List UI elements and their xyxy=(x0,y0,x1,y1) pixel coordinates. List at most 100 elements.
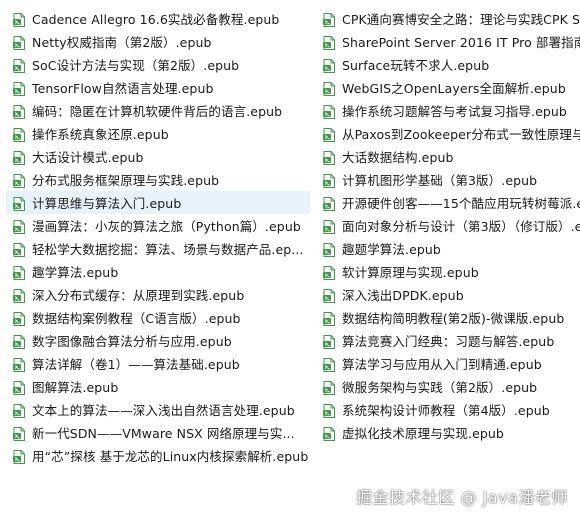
epub-file-icon xyxy=(12,265,26,280)
file-item[interactable]: 数据结构案例教程（C语言版）.epub xyxy=(6,306,310,329)
file-list-left-column: Cadence Allegro 16.6实战必备教程.epub Netty权威指南… xyxy=(6,7,310,467)
epub-file-icon xyxy=(12,219,26,234)
file-item[interactable]: 软计算原理与实现.epub xyxy=(316,260,580,283)
file-name: 编码：隐匿在计算机软硬件背后的语言.epub xyxy=(32,104,283,119)
file-name: Surface玩转不求人.epub xyxy=(342,58,490,73)
file-item[interactable]: 系统架构设计师教程（第4版）.epub xyxy=(316,398,580,421)
file-item[interactable]: 数字图像融合算法分析与应用.epub xyxy=(6,329,310,352)
file-name: 操作系统习题解答与考试复习指导.epub xyxy=(342,104,567,119)
epub-file-icon xyxy=(12,403,26,418)
file-item[interactable]: 操作系统习题解答与考试复习指导.epub xyxy=(316,99,580,122)
file-name: SharePoint Server 2016 IT Pro 部署指南.epub xyxy=(342,35,580,50)
file-name: 微服务架构与实践（第2版）.epub xyxy=(342,380,538,395)
file-item[interactable]: 漫画算法：小灰的算法之旅（Python篇）.epub xyxy=(6,214,310,237)
file-item[interactable]: 算法学习与应用从入门到精通.epub xyxy=(316,352,580,375)
file-name: 大话数据结构.epub xyxy=(342,150,454,165)
file-item[interactable]: Netty权威指南（第2版）.epub xyxy=(6,30,310,53)
epub-file-icon xyxy=(322,288,336,303)
file-name: 大话设计模式.epub xyxy=(32,150,144,165)
file-item[interactable]: Cadence Allegro 16.6实战必备教程.epub xyxy=(6,7,310,30)
file-name: 深入分布式缓存：从原理到实践.epub xyxy=(32,288,245,303)
epub-file-icon xyxy=(322,357,336,372)
file-name: Netty权威指南（第2版）.epub xyxy=(32,35,212,50)
file-item[interactable]: 新一代SDN——VMware NSX 网络原理与实... xyxy=(6,421,310,444)
epub-file-icon xyxy=(12,288,26,303)
epub-file-icon xyxy=(322,35,336,50)
file-item[interactable]: 微服务架构与实践（第2版）.epub xyxy=(316,375,580,398)
file-name: 漫画算法：小灰的算法之旅（Python篇）.epub xyxy=(32,219,301,234)
file-item[interactable]: 大话设计模式.epub xyxy=(6,145,310,168)
file-item[interactable]: 计算机图形学基础（第3版）.epub xyxy=(316,168,580,191)
file-item[interactable]: 趣题学算法.epub xyxy=(316,237,580,260)
file-item[interactable]: 文本上的算法——深入浅出自然语言处理.epub xyxy=(6,398,310,421)
file-name: 用“芯”探核 基于龙芯的Linux内核探索解析.epub xyxy=(32,449,309,464)
file-item[interactable]: TensorFlow自然语言处理.epub xyxy=(6,76,310,99)
file-name: 算法学习与应用从入门到精通.epub xyxy=(342,357,542,372)
file-name: 从Paxos到Zookeeper分布式一致性原理与实 xyxy=(342,127,580,142)
file-name: 系统架构设计师教程（第4版）.epub xyxy=(342,403,550,418)
file-item[interactable]: 深入浅出DPDK.epub xyxy=(316,283,580,306)
file-item[interactable]: 深入分布式缓存：从原理到实践.epub xyxy=(6,283,310,306)
file-name: 分布式服务框架原理与实践.epub xyxy=(32,173,220,188)
epub-file-icon xyxy=(12,35,26,50)
epub-file-icon xyxy=(12,449,26,464)
epub-file-icon xyxy=(322,311,336,326)
epub-file-icon xyxy=(12,127,26,142)
file-name: 开源硬件创客——15个酷应用玩转树莓派.epub xyxy=(342,196,580,211)
epub-file-icon xyxy=(322,58,336,73)
epub-file-icon xyxy=(12,380,26,395)
epub-file-icon xyxy=(322,127,336,142)
file-name: 趣题学算法.epub xyxy=(342,242,441,257)
epub-file-icon xyxy=(12,12,26,27)
file-item[interactable]: 虚拟化技术原理与实现.epub xyxy=(316,421,580,444)
file-name: 数据结构简明教程(第2版)-微课版.epub xyxy=(342,311,565,326)
epub-file-icon xyxy=(322,81,336,96)
file-item[interactable]: 大话数据结构.epub xyxy=(316,145,580,168)
file-item[interactable]: 计算思维与算法入门.epub xyxy=(6,191,310,214)
file-name: 计算机图形学基础（第3版）.epub xyxy=(342,173,538,188)
watermark: 掘金技术社区 @ Java潘老师 xyxy=(356,488,568,507)
file-name: 新一代SDN——VMware NSX 网络原理与实... xyxy=(32,426,295,441)
epub-file-icon xyxy=(322,196,336,211)
file-item[interactable]: 操作系统真象还原.epub xyxy=(6,122,310,145)
file-name: 图解算法.epub xyxy=(32,380,119,395)
file-item[interactable]: CPK通向赛博安全之路：理论与实践CPK Solu xyxy=(316,7,580,30)
file-item[interactable]: 算法竞赛入门经典：习题与解答.epub xyxy=(316,329,580,352)
file-item[interactable]: 趣学算法.epub xyxy=(6,260,310,283)
file-name: 面向对象分析与设计（第3版）（修订版）.epub xyxy=(342,219,580,234)
epub-file-icon xyxy=(322,104,336,119)
epub-file-icon xyxy=(12,58,26,73)
file-item[interactable]: 算法详解（卷1）——算法基础.epub xyxy=(6,352,310,375)
file-item[interactable]: SharePoint Server 2016 IT Pro 部署指南.epub xyxy=(316,30,580,53)
file-name: 算法详解（卷1）——算法基础.epub xyxy=(32,357,240,372)
file-name: 深入浅出DPDK.epub xyxy=(342,288,464,303)
file-item[interactable]: 面向对象分析与设计（第3版）（修订版）.epub xyxy=(316,214,580,237)
file-item[interactable]: 图解算法.epub xyxy=(6,375,310,398)
epub-file-icon xyxy=(12,426,26,441)
epub-file-icon xyxy=(12,81,26,96)
file-name: 算法竞赛入门经典：习题与解答.epub xyxy=(342,334,555,349)
file-name: TensorFlow自然语言处理.epub xyxy=(32,81,214,96)
epub-file-icon xyxy=(12,104,26,119)
epub-file-icon xyxy=(12,357,26,372)
file-name: 文本上的算法——深入浅出自然语言处理.epub xyxy=(32,403,295,418)
file-item[interactable]: 数据结构简明教程(第2版)-微课版.epub xyxy=(316,306,580,329)
file-item[interactable]: 编码：隐匿在计算机软硬件背后的语言.epub xyxy=(6,99,310,122)
file-item[interactable]: WebGIS之OpenLayers全面解析.epub xyxy=(316,76,580,99)
file-name: 数据结构案例教程（C语言版）.epub xyxy=(32,311,241,326)
file-name: 软计算原理与实现.epub xyxy=(342,265,479,280)
epub-file-icon xyxy=(322,426,336,441)
epub-file-icon xyxy=(322,334,336,349)
file-item[interactable]: 从Paxos到Zookeeper分布式一致性原理与实 xyxy=(316,122,580,145)
file-name: 数字图像融合算法分析与应用.epub xyxy=(32,334,232,349)
file-item[interactable]: 分布式服务框架原理与实践.epub xyxy=(6,168,310,191)
file-name: 轻松学大数据挖掘：算法、场景与数据产品.ep... xyxy=(32,242,304,257)
epub-file-icon xyxy=(322,265,336,280)
epub-file-icon xyxy=(12,196,26,211)
file-item[interactable]: SoC设计方法与实现（第2版）.epub xyxy=(6,53,310,76)
file-item[interactable]: Surface玩转不求人.epub xyxy=(316,53,580,76)
epub-file-icon xyxy=(12,242,26,257)
file-item[interactable]: 开源硬件创客——15个酷应用玩转树莓派.epub xyxy=(316,191,580,214)
file-item[interactable]: 用“芯”探核 基于龙芯的Linux内核探索解析.epub xyxy=(6,444,310,467)
file-item[interactable]: 轻松学大数据挖掘：算法、场景与数据产品.ep... xyxy=(6,237,310,260)
